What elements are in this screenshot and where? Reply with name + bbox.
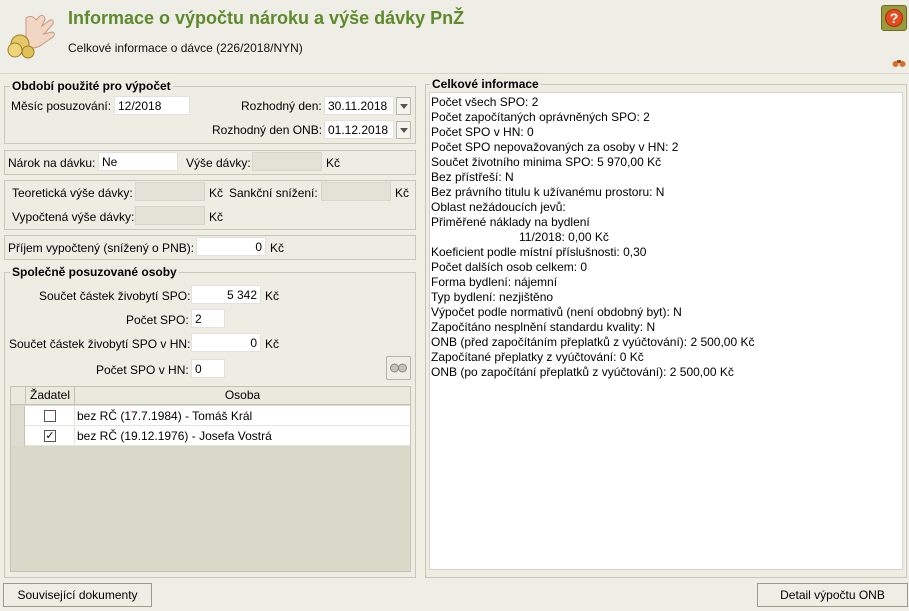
person-name: bez RČ (19.12.1976) - Josefa Vostrá (77, 429, 272, 443)
column-separator (74, 426, 75, 446)
applicant-checkbox[interactable]: ✓ (44, 430, 56, 442)
summary-line: Přiměřené náklady na bydlení (431, 215, 590, 229)
computed-field (135, 206, 205, 225)
summary-line: 11/2018: 0,00 Kč (519, 230, 609, 244)
month-field[interactable]: 12/2018 (114, 96, 190, 115)
amount-label: Výše dávky: (186, 156, 251, 170)
summary-line: Typ bydlení: nezjištěno (431, 290, 554, 304)
search-persons-button[interactable] (386, 356, 411, 380)
persons-table: Žadatel Osoba bez RČ (17.7.1984) - Tomáš… (10, 386, 411, 572)
count-field: 2 (191, 309, 225, 328)
person-name: bez RČ (17.7.1984) - Tomáš Král (77, 409, 253, 423)
income-field: 0 (196, 237, 266, 256)
sanction-field (321, 182, 391, 201)
table-row-header (11, 387, 26, 405)
theoretical-field (135, 182, 205, 201)
amount-field (252, 152, 322, 171)
binoculars-icon[interactable] (892, 57, 906, 67)
sum-living-hn-field: 0 (191, 333, 261, 352)
summary-line: Koeficient podle místní příslušnosti: 0,… (431, 245, 647, 259)
summary-line: Počet všech SPO: 2 (431, 95, 539, 109)
summary-line: Forma bydlení: nájemní (431, 275, 558, 289)
page-title: Informace o výpočtu nároku a výše dávky … (68, 8, 465, 28)
income-label: Příjem vypočtený (snížený o PNB): (8, 241, 195, 255)
theoretical-label: Teoretická výše dávky: (12, 186, 133, 200)
computed-currency: Kč (209, 210, 224, 224)
related-documents-button[interactable]: Související dokumenty (3, 583, 152, 607)
computed-label: Vypočtená výše dávky: (12, 210, 135, 224)
count-hn-label: Počet SPO v HN: (96, 363, 189, 377)
summary-line: Součet životního minima SPO: 5 970,00 Kč (431, 155, 662, 169)
count-label: Počet SPO: (126, 313, 189, 327)
summary-legend: Celkové informace (430, 77, 541, 91)
amount-currency: Kč (326, 156, 341, 170)
summary-line: Počet SPO nepovažovaných za osoby v HN: … (431, 140, 679, 154)
summary-line: Výpočet podle normativů (není obdobný by… (431, 305, 682, 319)
column-separator (74, 406, 75, 426)
summary-line: Počet dalších osob celkem: 0 (431, 260, 588, 274)
sum-living-hn-currency: Kč (265, 337, 280, 351)
table-row[interactable]: ✓ bez RČ (19.12.1976) - Josefa Vostrá (11, 426, 410, 446)
summary-line: Bez přístřeší: N (431, 170, 514, 184)
column-header-applicant[interactable]: Žadatel (26, 387, 75, 405)
summary-line: ONB (po započítání přeplatků z vyúčtován… (431, 365, 734, 379)
decision-onb-label: Rozhodný den ONB: (212, 123, 323, 137)
sanction-label: Sankční snížení: (229, 186, 318, 200)
summary-line: Bez právního titulu k užívanému prostoru… (431, 185, 665, 199)
summary-text-area[interactable]: Počet všech SPO: 2 Počet započítaných opr… (429, 92, 903, 570)
question-mark-icon: ? (885, 9, 903, 27)
row-selector[interactable] (11, 426, 25, 446)
count-hn-field: 0 (191, 359, 225, 378)
summary-line: Počet SPO v HN: 0 (431, 125, 534, 139)
summary-line: Započítané přeplatky z vyúčtování: 0 Kč (431, 350, 644, 364)
binoculars-icon (390, 363, 407, 373)
sum-living-label: Součet částek živobytí SPO: (39, 289, 191, 303)
summary-line: Počet započítaných oprávněných SPO: 2 (431, 110, 650, 124)
period-legend: Období použité pro výpočet (10, 79, 173, 93)
month-label: Měsíc posuzování: (11, 99, 112, 113)
summary-line: Započítáno nesplnění standardu kvality: … (431, 320, 656, 334)
claim-field[interactable]: Ne (98, 152, 178, 171)
joint-persons-legend: Společně posuzované osoby (10, 265, 179, 279)
decision-day-dropdown[interactable] (396, 97, 411, 115)
sum-living-field: 5 342 (191, 285, 261, 304)
page-subtitle: Celkové informace o dávce (226/2018/NYN) (68, 41, 303, 55)
applicant-checkbox[interactable] (44, 410, 56, 422)
decision-onb-field[interactable]: 01.12.2018 (324, 120, 394, 139)
sanction-currency: Kč (395, 186, 410, 200)
income-currency: Kč (270, 241, 285, 255)
column-header-person[interactable]: Osoba (75, 387, 410, 405)
benefit-logo-icon (6, 12, 58, 60)
row-selector[interactable] (11, 406, 25, 426)
table-row[interactable]: bez RČ (17.7.1984) - Tomáš Král (11, 406, 410, 426)
summary-line: ONB (před započítáním přeplatků z vyúčto… (431, 335, 755, 349)
sum-living-currency: Kč (265, 289, 280, 303)
summary-line: Oblast nežádoucích jevů: (431, 200, 566, 214)
help-button[interactable]: ? (881, 5, 907, 31)
theoretical-currency: Kč (209, 186, 224, 200)
onb-detail-button[interactable]: Detail výpočtu ONB (757, 583, 908, 607)
decision-day-field[interactable]: 30.11.2018 (324, 96, 394, 115)
claim-label: Nárok na dávku: (8, 156, 96, 170)
decision-day-label: Rozhodný den: (241, 99, 322, 113)
sum-living-hn-label: Součet částek živobytí SPO v HN: (9, 337, 191, 351)
decision-onb-dropdown[interactable] (396, 121, 411, 139)
